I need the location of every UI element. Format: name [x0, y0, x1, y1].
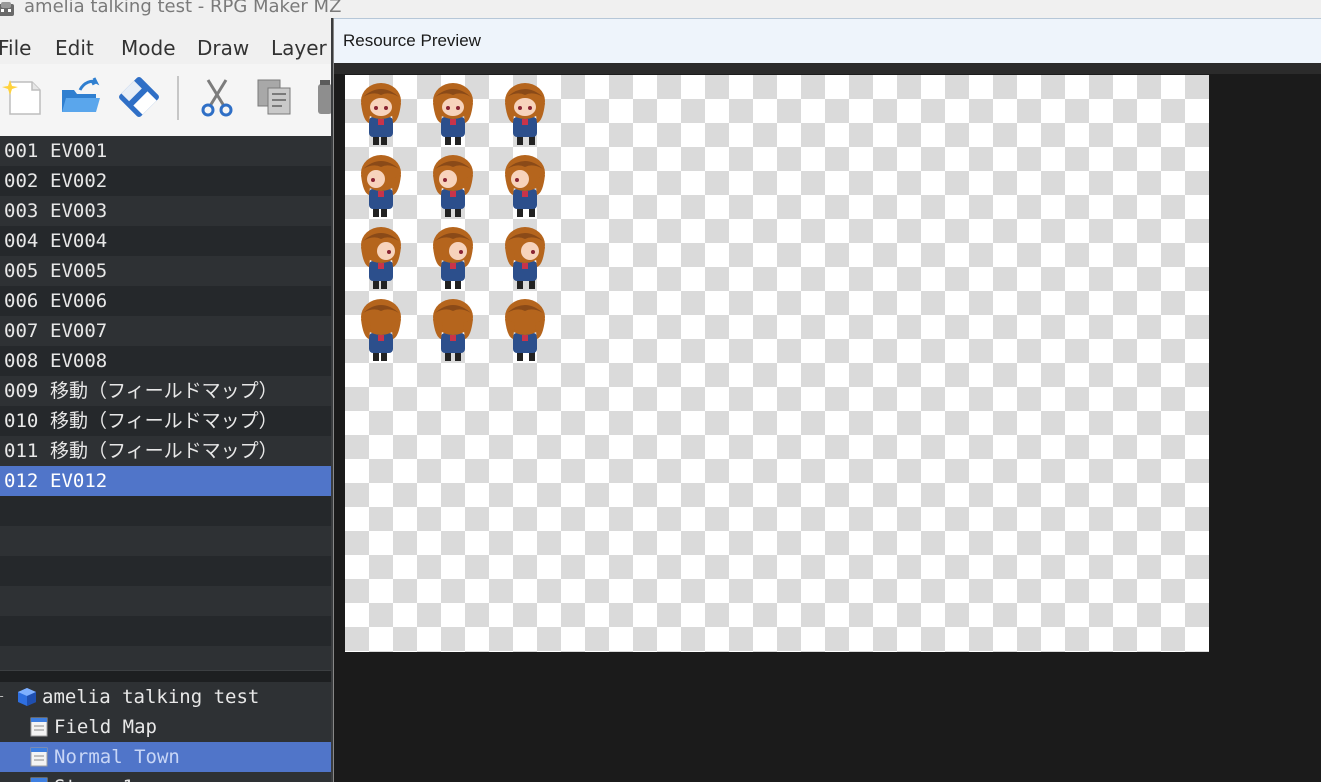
toolbar-separator — [177, 76, 179, 120]
character-sprite-down-1 — [361, 83, 401, 145]
character-sprite-up-1 — [361, 299, 401, 361]
preview-title-bar[interactable]: Resource Preview — [334, 18, 1321, 64]
character-sprite-left-1 — [361, 155, 401, 217]
tree-map-label: Field Map — [54, 716, 157, 738]
character-sprite-down-2 — [433, 83, 473, 145]
rpg-maker-app-icon — [0, 2, 14, 16]
new-project-icon[interactable] — [0, 74, 46, 120]
map-icon — [30, 777, 48, 782]
menu-draw[interactable]: Draw — [197, 36, 249, 60]
resource-preview-window: Resource Preview — [333, 18, 1321, 782]
menu-mode[interactable]: Mode — [121, 36, 176, 60]
preview-toolbar-strip — [334, 63, 1321, 74]
event-row-005[interactable]: 005 EV005 — [0, 256, 331, 286]
tree-project[interactable]: - amelia talking test — [0, 682, 331, 712]
tree-map-store-1[interactable]: Store 1 — [0, 772, 331, 782]
save-project-icon[interactable] — [116, 74, 162, 120]
event-row-009[interactable]: 009 移動（フィールドマップ） — [0, 376, 331, 406]
empty-row[interactable] — [0, 556, 331, 586]
toolbar — [0, 64, 332, 137]
empty-row[interactable] — [0, 616, 331, 646]
event-row-007[interactable]: 007 EV007 — [0, 316, 331, 346]
menu-file[interactable]: File — [0, 36, 31, 60]
event-row-011[interactable]: 011 移動（フィールドマップ） — [0, 436, 331, 466]
event-row-006[interactable]: 006 EV006 — [0, 286, 331, 316]
window-title: amelia talking test - RPG Maker MZ — [24, 0, 342, 17]
empty-row[interactable] — [0, 496, 331, 526]
map-icon — [30, 747, 48, 767]
character-sprite-left-2 — [433, 155, 473, 217]
collapse-icon[interactable]: - — [0, 689, 6, 703]
map-icon — [30, 717, 48, 737]
event-row-004[interactable]: 004 EV004 — [0, 226, 331, 256]
cut-icon[interactable] — [194, 74, 240, 120]
tree-map-field-map[interactable]: Field Map — [0, 712, 331, 742]
preview-title: Resource Preview — [343, 31, 481, 50]
event-row-010[interactable]: 010 移動（フィールドマップ） — [0, 406, 331, 436]
tree-map-normal-town[interactable]: Normal Town — [0, 742, 331, 772]
character-sprite-up-3 — [505, 299, 545, 361]
character-sprite-right-1 — [361, 227, 401, 289]
project-cube-icon — [18, 688, 36, 706]
event-row-001[interactable]: 001 EV001 — [0, 136, 331, 166]
copy-icon[interactable] — [252, 74, 298, 120]
empty-row[interactable] — [0, 646, 331, 670]
menu-layer[interactable]: Layer — [271, 36, 327, 60]
event-row-008[interactable]: 008 EV008 — [0, 346, 331, 376]
open-project-icon[interactable] — [58, 74, 104, 120]
character-sprite-right-2 — [433, 227, 473, 289]
event-row-003[interactable]: 003 EV003 — [0, 196, 331, 226]
empty-row[interactable] — [0, 526, 331, 556]
event-row-002[interactable]: 002 EV002 — [0, 166, 331, 196]
tree-project-label: amelia talking test — [42, 686, 260, 708]
tree-map-label: Store 1 — [54, 772, 134, 782]
empty-row[interactable] — [0, 586, 331, 616]
menu-bar: File Edit Mode Draw Layer — [0, 34, 332, 64]
map-tree: - amelia talking test Field Map Normal T… — [0, 682, 331, 782]
sprite-preview-canvas[interactable] — [345, 75, 1209, 652]
character-sprite-right-3 — [505, 227, 545, 289]
tree-map-label: Normal Town — [54, 746, 180, 768]
event-row-012[interactable]: 012 EV012 — [0, 466, 331, 496]
event-list: 001 EV001 002 EV002 003 EV003 004 EV004 005 E… — [0, 136, 331, 670]
character-sprite-down-3 — [505, 83, 545, 145]
menu-edit[interactable]: Edit — [55, 36, 94, 60]
character-sprite-left-3 — [505, 155, 545, 217]
character-sprite-up-2 — [433, 299, 473, 361]
